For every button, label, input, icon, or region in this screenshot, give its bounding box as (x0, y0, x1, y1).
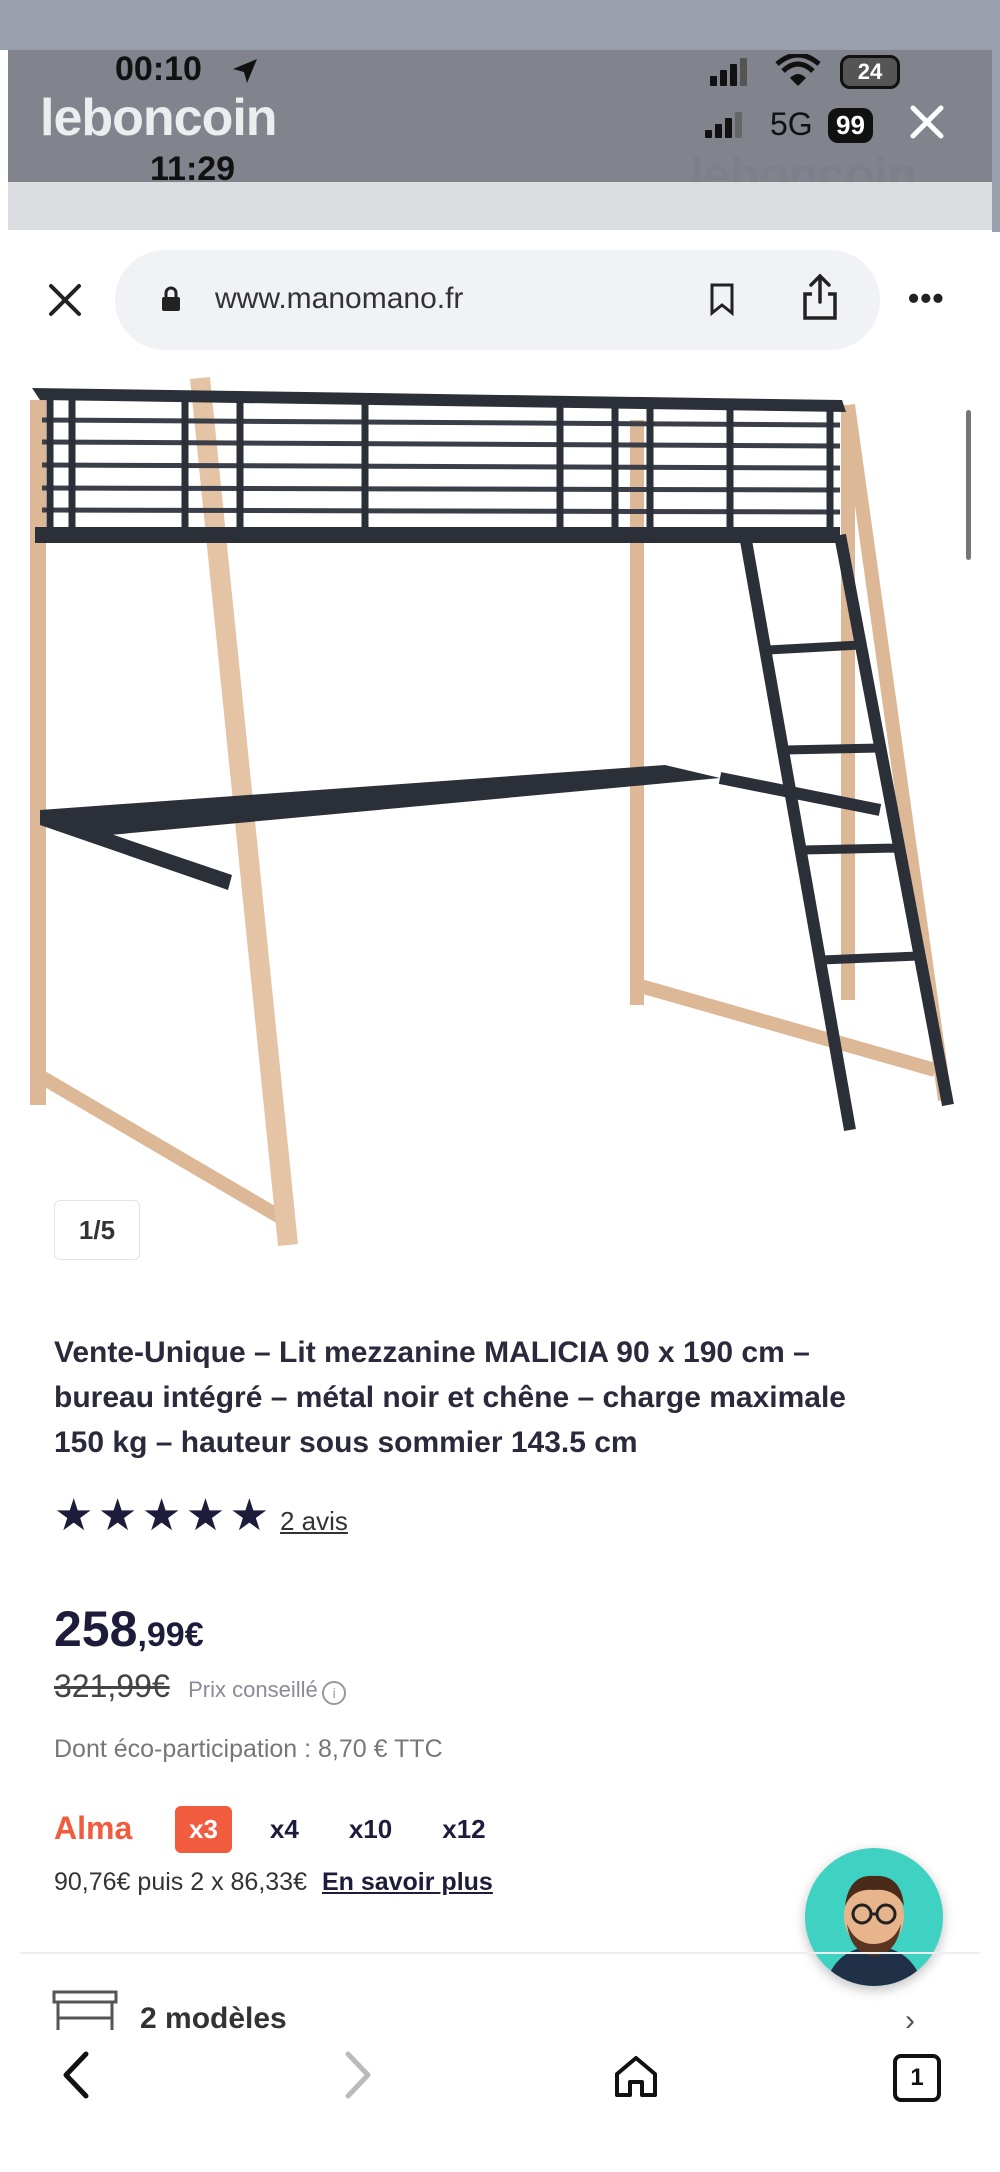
overlay-battery: 99 (828, 108, 873, 143)
browser-bottom-bar (0, 2040, 1000, 2172)
old-price-label: Prix conseillé (188, 1677, 318, 1702)
product-title-line: bureau intégré – métal noir et chêne – c… (54, 1381, 846, 1414)
close-overlay-icon[interactable] (905, 100, 949, 149)
chat-assistant-avatar[interactable] (805, 1848, 943, 1986)
network-type: 5G (770, 106, 813, 142)
bed-model-icon (52, 1990, 118, 2035)
star-icon: ★ (54, 1491, 94, 1540)
location-arrow-icon (230, 56, 260, 91)
installment-options: x3 x4 x10 x12 (175, 1806, 498, 1853)
url-text[interactable]: www.manomano.fr (215, 282, 463, 316)
eco-participation: Dont éco-participation : 8,70 € TTC (54, 1735, 443, 1763)
reviews-link[interactable]: 2 avis (280, 1506, 348, 1537)
price-cents: ,99€ (137, 1616, 204, 1654)
back-icon[interactable] (58, 2050, 94, 2105)
status-time: 00:10 (115, 50, 202, 88)
right-edge-strip (992, 50, 1000, 232)
cellular-signal-icon (710, 58, 750, 86)
section-divider (20, 1952, 980, 1954)
battery-icon: 24 (840, 55, 900, 89)
forward-icon[interactable] (340, 2050, 376, 2105)
product-image[interactable] (0, 370, 1000, 1260)
price-main: 258 (54, 1601, 138, 1657)
models-label[interactable]: 2 modèles (140, 2002, 287, 2036)
rating-stars: ★ ★ ★ ★ ★ (54, 1490, 269, 1541)
product-title: Vente-Unique – Lit mezzanine MALICIA 90 … (54, 1330, 954, 1465)
overlay-shadow (8, 182, 992, 230)
tabs-icon[interactable]: 1 (893, 2054, 941, 2102)
installment-x10[interactable]: x10 (337, 1806, 404, 1853)
more-menu-icon[interactable]: ••• (908, 280, 945, 317)
star-icon: ★ (141, 1491, 182, 1540)
star-icon: ★ (97, 1491, 138, 1540)
old-price-row: 321,99€ Prix conseillé i (54, 1668, 347, 1705)
installment-x12[interactable]: x12 (430, 1806, 497, 1853)
star-icon: ★ (229, 1491, 270, 1540)
product-title-line: Vente-Unique – Lit mezzanine MALICIA 90 … (54, 1336, 810, 1369)
close-tab-icon[interactable] (45, 280, 85, 325)
old-price: 321,99€ (54, 1668, 170, 1704)
share-icon[interactable] (800, 272, 840, 327)
installment-detail: 90,76€ puis 2 x 86,33€ (54, 1868, 307, 1896)
installment-x3[interactable]: x3 (175, 1806, 232, 1853)
learn-more-link[interactable]: En savoir plus (322, 1868, 493, 1896)
alma-logo: Alma (54, 1810, 133, 1846)
info-icon[interactable]: i (322, 1680, 347, 1705)
product-title-line: 150 kg – hauteur sous sommier 143.5 cm (54, 1426, 638, 1459)
leboncoin-logo: leboncoin (40, 89, 278, 147)
wifi-icon (775, 52, 821, 93)
top-overlay-strip (0, 0, 1000, 50)
chevron-right-icon[interactable]: › (905, 2004, 915, 2038)
lock-icon (160, 285, 182, 318)
overlay-signal-icon (705, 112, 745, 138)
gallery-counter: 1/5 (54, 1200, 140, 1260)
bookmark-icon[interactable] (708, 282, 736, 321)
star-icon: ★ (185, 1491, 226, 1540)
current-price: 258,99€ (54, 1600, 204, 1658)
home-icon[interactable] (612, 2052, 660, 2105)
installment-x4[interactable]: x4 (258, 1806, 311, 1853)
installment-detail-row: 90,76€ puis 2 x 86,33€ En savoir plus (54, 1868, 493, 1897)
